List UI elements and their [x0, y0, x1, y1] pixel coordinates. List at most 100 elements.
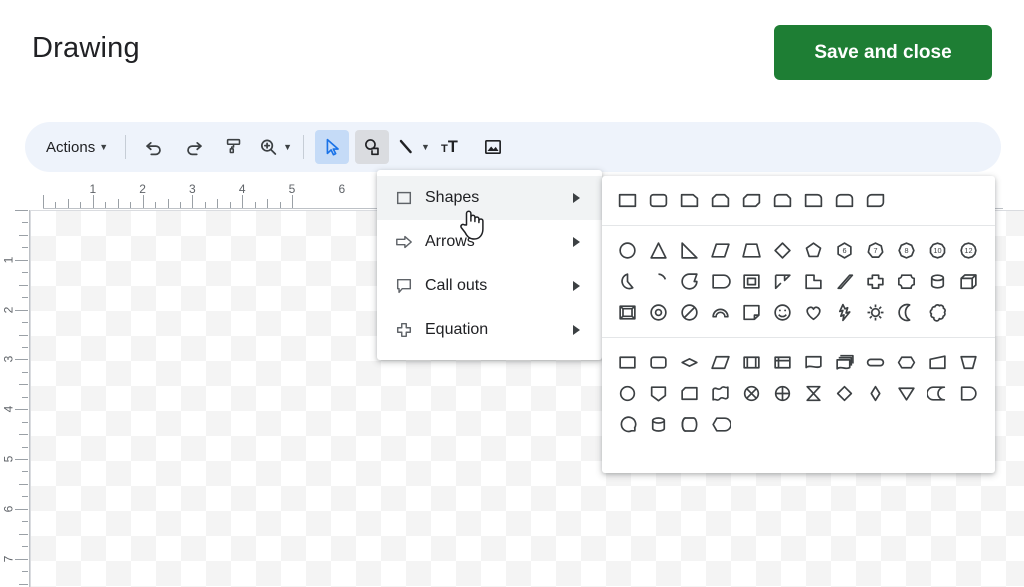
shape-option-decagon-10[interactable]: 10: [922, 235, 953, 266]
shape-option-parallelogram[interactable]: [705, 235, 736, 266]
shape-option-round-same-side-corner-rectangle[interactable]: [829, 185, 860, 216]
shape-option-snip-diagonal-corner-rectangle[interactable]: [736, 185, 767, 216]
shape-option-flowchart-card[interactable]: [674, 378, 705, 409]
shape-option-right-triangle[interactable]: [674, 235, 705, 266]
shape-option-hexagon-6[interactable]: 6: [829, 235, 860, 266]
shape-option-round-diagonal-corner-rectangle[interactable]: [860, 185, 891, 216]
redo-button[interactable]: [177, 130, 211, 164]
shape-option-donut[interactable]: [643, 297, 674, 328]
shape-option-flowchart-summing-junction[interactable]: [736, 378, 767, 409]
shape-option-flowchart-collate[interactable]: [798, 378, 829, 409]
shape-option-block-arc[interactable]: [705, 297, 736, 328]
shape-option-cube[interactable]: [953, 266, 984, 297]
svg-text:10: 10: [933, 246, 941, 255]
shape-option-rectangle[interactable]: [612, 185, 643, 216]
shape-option-flowchart-process[interactable]: [612, 347, 643, 378]
shape-option-lightning-bolt[interactable]: [829, 297, 860, 328]
shape-option-ellipse[interactable]: [612, 235, 643, 266]
save-and-close-button[interactable]: Save and close: [774, 25, 992, 80]
shape-option-flowchart-magnetic-disk[interactable]: [643, 409, 674, 440]
shape-option-triangle[interactable]: [643, 235, 674, 266]
shape-option-flowchart-document[interactable]: [798, 347, 829, 378]
svg-text:6: 6: [842, 246, 846, 255]
chevron-down-icon: ▼: [283, 142, 293, 152]
select-tool-button[interactable]: [315, 130, 350, 164]
line-tool-button[interactable]: ▼: [395, 130, 430, 164]
shape-option-flowchart-data[interactable]: [705, 347, 736, 378]
chevron-right-icon: [573, 281, 580, 291]
paint-format-button[interactable]: [217, 130, 251, 164]
shape-option-folded-corner[interactable]: [736, 297, 767, 328]
shape-option-cross[interactable]: [860, 266, 891, 297]
menu-item-shapes[interactable]: Shapes: [377, 176, 602, 220]
ruler-tick: [15, 409, 28, 411]
shape-option-flowchart-preparation[interactable]: [891, 347, 922, 378]
shape-option-flowchart-extract[interactable]: [860, 378, 891, 409]
shape-option-l-shape[interactable]: [798, 266, 829, 297]
shape-option-heart[interactable]: [798, 297, 829, 328]
shape-option-flowchart-internal-storage[interactable]: [767, 347, 798, 378]
shape-option-half-frame-round[interactable]: [705, 266, 736, 297]
shape-option-snip-same-side-corner-rectangle[interactable]: [705, 185, 736, 216]
vertical-ruler[interactable]: 1 2 3 4 5 6 7: [0, 210, 30, 587]
undo-button[interactable]: [137, 130, 171, 164]
shape-option-flowchart-manual-operation[interactable]: [953, 347, 984, 378]
ruler-tick: [254, 202, 256, 208]
shape-option-flowchart-multidocument[interactable]: [829, 347, 860, 378]
shape-option-flowchart-merge[interactable]: [891, 378, 922, 409]
shape-option-flowchart-sequential-access-storage[interactable]: [612, 409, 643, 440]
ruler-tick: [22, 571, 28, 573]
shape-option-dodecagon-12[interactable]: 12: [953, 235, 984, 266]
shape-option-smiley-face[interactable]: [767, 297, 798, 328]
shape-option-bent-corner[interactable]: [767, 266, 798, 297]
palette-row: [612, 347, 985, 378]
shape-option-pentagon[interactable]: [798, 235, 829, 266]
text-box-tool-button[interactable]: T T: [436, 130, 470, 164]
shape-option-flowchart-or[interactable]: [767, 378, 798, 409]
shape-option-flowchart-off-page-connector[interactable]: [643, 378, 674, 409]
shape-option-flowchart-alternate-process[interactable]: [643, 347, 674, 378]
shape-option-bevel[interactable]: [612, 297, 643, 328]
shape-option-frame[interactable]: [736, 266, 767, 297]
shape-option-diamond[interactable]: [767, 235, 798, 266]
shape-option-round-rectangle[interactable]: [643, 185, 674, 216]
shape-option-snip-single-corner-rectangle[interactable]: [674, 185, 705, 216]
shape-option-flowchart-connector[interactable]: [612, 378, 643, 409]
shape-option-flowchart-punched-tape[interactable]: [705, 378, 736, 409]
shape-option-heptagon-7[interactable]: 7: [860, 235, 891, 266]
shape-option-arc[interactable]: [643, 266, 674, 297]
shape-option-pie[interactable]: [612, 266, 643, 297]
shape-option-snip-round-single-corner-rectangle[interactable]: [767, 185, 798, 216]
menu-item-call-outs[interactable]: Call outs: [377, 264, 602, 308]
shape-option-flowchart-delay[interactable]: [953, 378, 984, 409]
shape-option-flowchart-predefined-process[interactable]: [736, 347, 767, 378]
shape-tool-button[interactable]: [355, 130, 390, 164]
shape-option-trapezoid[interactable]: [736, 235, 767, 266]
shape-option-diagonal-stripe[interactable]: [829, 266, 860, 297]
shape-option-octagon-8[interactable]: 8: [891, 235, 922, 266]
shape-option-flowchart-direct-access-storage[interactable]: [674, 409, 705, 440]
shape-option-plaque[interactable]: [891, 266, 922, 297]
image-tool-button[interactable]: [476, 130, 510, 164]
shape-option-flowchart-terminator[interactable]: [860, 347, 891, 378]
chevron-right-icon: [573, 193, 580, 203]
shape-option-flowchart-decision[interactable]: [674, 347, 705, 378]
actions-menu-button[interactable]: Actions ▼: [40, 130, 114, 164]
menu-item-arrows[interactable]: Arrows: [377, 220, 602, 264]
shape-option-no-symbol[interactable]: [674, 297, 705, 328]
shape-option-flowchart-stored-data[interactable]: [922, 378, 953, 409]
ruler-number: 2: [139, 182, 146, 196]
ruler-tick: [22, 297, 28, 299]
shape-option-moon[interactable]: [891, 297, 922, 328]
shape-option-flowchart-manual-input[interactable]: [922, 347, 953, 378]
menu-item-equation[interactable]: Equation: [377, 308, 602, 352]
shape-option-sun[interactable]: [860, 297, 891, 328]
shape-option-flowchart-display[interactable]: [705, 409, 736, 440]
shape-option-round-single-corner-rectangle[interactable]: [798, 185, 829, 216]
shape-option-cloud[interactable]: [922, 297, 953, 328]
text-box-icon: T T: [441, 136, 465, 158]
shape-option-cylinder[interactable]: [922, 266, 953, 297]
shape-option-teardrop[interactable]: [674, 266, 705, 297]
zoom-button[interactable]: ▼: [257, 130, 292, 164]
shape-option-flowchart-sort[interactable]: [829, 378, 860, 409]
